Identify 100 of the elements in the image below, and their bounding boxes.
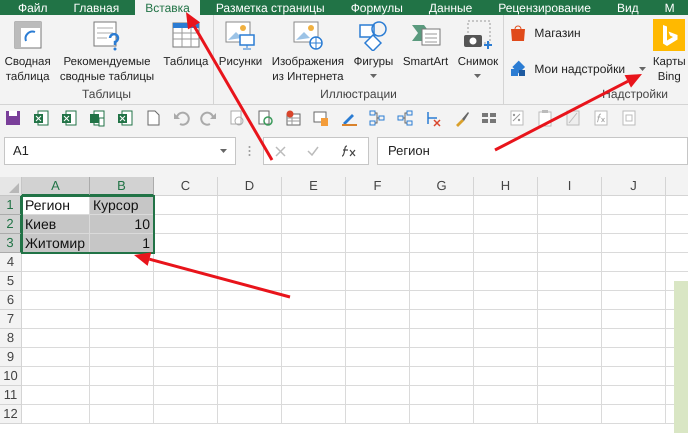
grid-cell xyxy=(154,215,218,234)
grid-cell xyxy=(22,348,90,367)
check-icon[interactable] xyxy=(307,146,320,156)
caret-icon xyxy=(220,149,227,153)
form-icon[interactable] xyxy=(312,109,330,127)
row-header[interactable]: 12 xyxy=(0,405,22,424)
grid-cell xyxy=(538,234,602,253)
grid-cell xyxy=(218,272,282,291)
column-header[interactable]: A xyxy=(22,177,90,196)
grid-cell xyxy=(346,215,410,234)
ribbon-tab[interactable]: Вставка xyxy=(135,0,200,15)
row-header[interactable]: 6 xyxy=(0,291,22,310)
ribbon-button[interactable]: Рекомендуемые сводные таблицы xyxy=(58,15,156,85)
grid-cell xyxy=(346,405,410,424)
row-header[interactable]: 5 xyxy=(0,272,22,291)
grid-cell xyxy=(474,253,538,272)
row-header[interactable]: 3 xyxy=(0,234,22,253)
ribbon-button[interactable]: Мои надстройки xyxy=(504,55,650,83)
column-header[interactable]: H xyxy=(474,177,538,196)
refresh-pages-icon[interactable] xyxy=(256,109,274,127)
ribbon-tab[interactable]: Вид xyxy=(606,0,649,15)
save-icon[interactable] xyxy=(4,109,22,127)
grid-cell xyxy=(154,405,218,424)
row-header[interactable]: 10 xyxy=(0,367,22,386)
flowchart-icon[interactable] xyxy=(396,109,414,127)
grid-cell xyxy=(474,348,538,367)
grid-cell xyxy=(410,234,474,253)
grid-cell xyxy=(474,196,538,215)
row-header[interactable]: 1 xyxy=(0,196,22,215)
column-header[interactable]: I xyxy=(538,177,602,196)
ribbon-tab[interactable]: Файл xyxy=(8,0,58,15)
grid-cell xyxy=(282,348,346,367)
row-header[interactable]: 9 xyxy=(0,348,22,367)
grid-cell xyxy=(410,215,474,234)
name-box[interactable]: A1 xyxy=(4,137,236,165)
ribbon-tab[interactable]: Формулы xyxy=(340,0,413,15)
spreadsheet-icon[interactable] xyxy=(32,109,50,127)
ribbon-button[interactable]: SmartArt xyxy=(400,15,450,70)
grid-cell xyxy=(410,329,474,348)
ribbon-group-label: Надстройки xyxy=(602,86,668,103)
function-icon[interactable] xyxy=(341,145,358,157)
shapes-icon xyxy=(357,19,390,51)
ribbon-tab[interactable]: Разметка страницы xyxy=(206,0,335,15)
ribbon-button[interactable]: Фигуры xyxy=(352,15,396,78)
formula-input[interactable]: Регион xyxy=(377,137,688,165)
ribbon-tab[interactable]: Данные xyxy=(418,0,482,15)
ribbon-button[interactable]: Магазин xyxy=(504,19,650,47)
grid-cell xyxy=(154,253,218,272)
picture-monitor-icon xyxy=(224,19,256,51)
grid-cell xyxy=(410,348,474,367)
table-cell: Житомир xyxy=(22,234,90,253)
table-cell: 1 xyxy=(90,234,154,253)
row-header[interactable]: 2 xyxy=(0,215,22,234)
grid-cell xyxy=(602,253,666,272)
grid-cell xyxy=(22,405,90,424)
ribbon-button[interactable]: Карты Bing xyxy=(650,15,688,85)
grid-cell xyxy=(154,367,218,386)
spreadsheet-icon[interactable] xyxy=(116,109,134,127)
column-header[interactable]: C xyxy=(154,177,218,196)
row-header[interactable]: 8 xyxy=(0,329,22,348)
grid-cell xyxy=(538,329,602,348)
ribbon-tab[interactable]: М xyxy=(654,0,685,15)
column-header[interactable]: D xyxy=(218,177,282,196)
spreadsheet-phone-icon[interactable] xyxy=(88,109,106,127)
column-header[interactable]: B xyxy=(90,177,154,196)
drag-handle-icon[interactable] xyxy=(248,145,251,157)
row-header[interactable]: 4 xyxy=(0,253,22,272)
grid-cell xyxy=(474,291,538,310)
grid-cell xyxy=(346,253,410,272)
grid-cell xyxy=(538,310,602,329)
percent-icon[interactable] xyxy=(508,109,526,127)
grid-cell xyxy=(538,253,602,272)
ribbon-tab[interactable]: Главная xyxy=(64,0,130,15)
refresh-page-icon[interactable] xyxy=(228,109,246,127)
caret-icon xyxy=(474,74,482,78)
caret-icon xyxy=(639,67,646,71)
pivot-table-icon xyxy=(12,19,44,51)
ribbon-button[interactable]: Снимок xyxy=(456,15,500,78)
flowchart-icon[interactable] xyxy=(368,109,386,127)
grid-cell xyxy=(474,215,538,234)
ribbon-button[interactable]: Изображения из Интернета xyxy=(270,15,346,85)
column-header[interactable]: J xyxy=(602,177,666,196)
ribbon-button[interactable]: Рисунки xyxy=(216,15,264,70)
row-header[interactable]: 7 xyxy=(0,310,22,329)
ribbon-button[interactable]: Сводная таблица xyxy=(2,15,53,85)
grid-cell xyxy=(22,253,90,272)
grid-cell xyxy=(218,291,282,310)
grid-cell xyxy=(410,272,474,291)
row-header[interactable]: 11 xyxy=(0,386,22,405)
grid-cell xyxy=(282,386,346,405)
ribbon-tab[interactable]: Рецензирование xyxy=(488,0,601,15)
grid-cell xyxy=(154,196,218,215)
column-header[interactable]: G xyxy=(410,177,474,196)
grid-cell xyxy=(154,272,218,291)
column-header[interactable]: E xyxy=(282,177,346,196)
grid-cell xyxy=(346,234,410,253)
spreadsheet-icon[interactable] xyxy=(60,109,78,127)
record-table-icon[interactable] xyxy=(284,109,302,127)
column-header[interactable]: F xyxy=(346,177,410,196)
grid-cell xyxy=(154,329,218,348)
